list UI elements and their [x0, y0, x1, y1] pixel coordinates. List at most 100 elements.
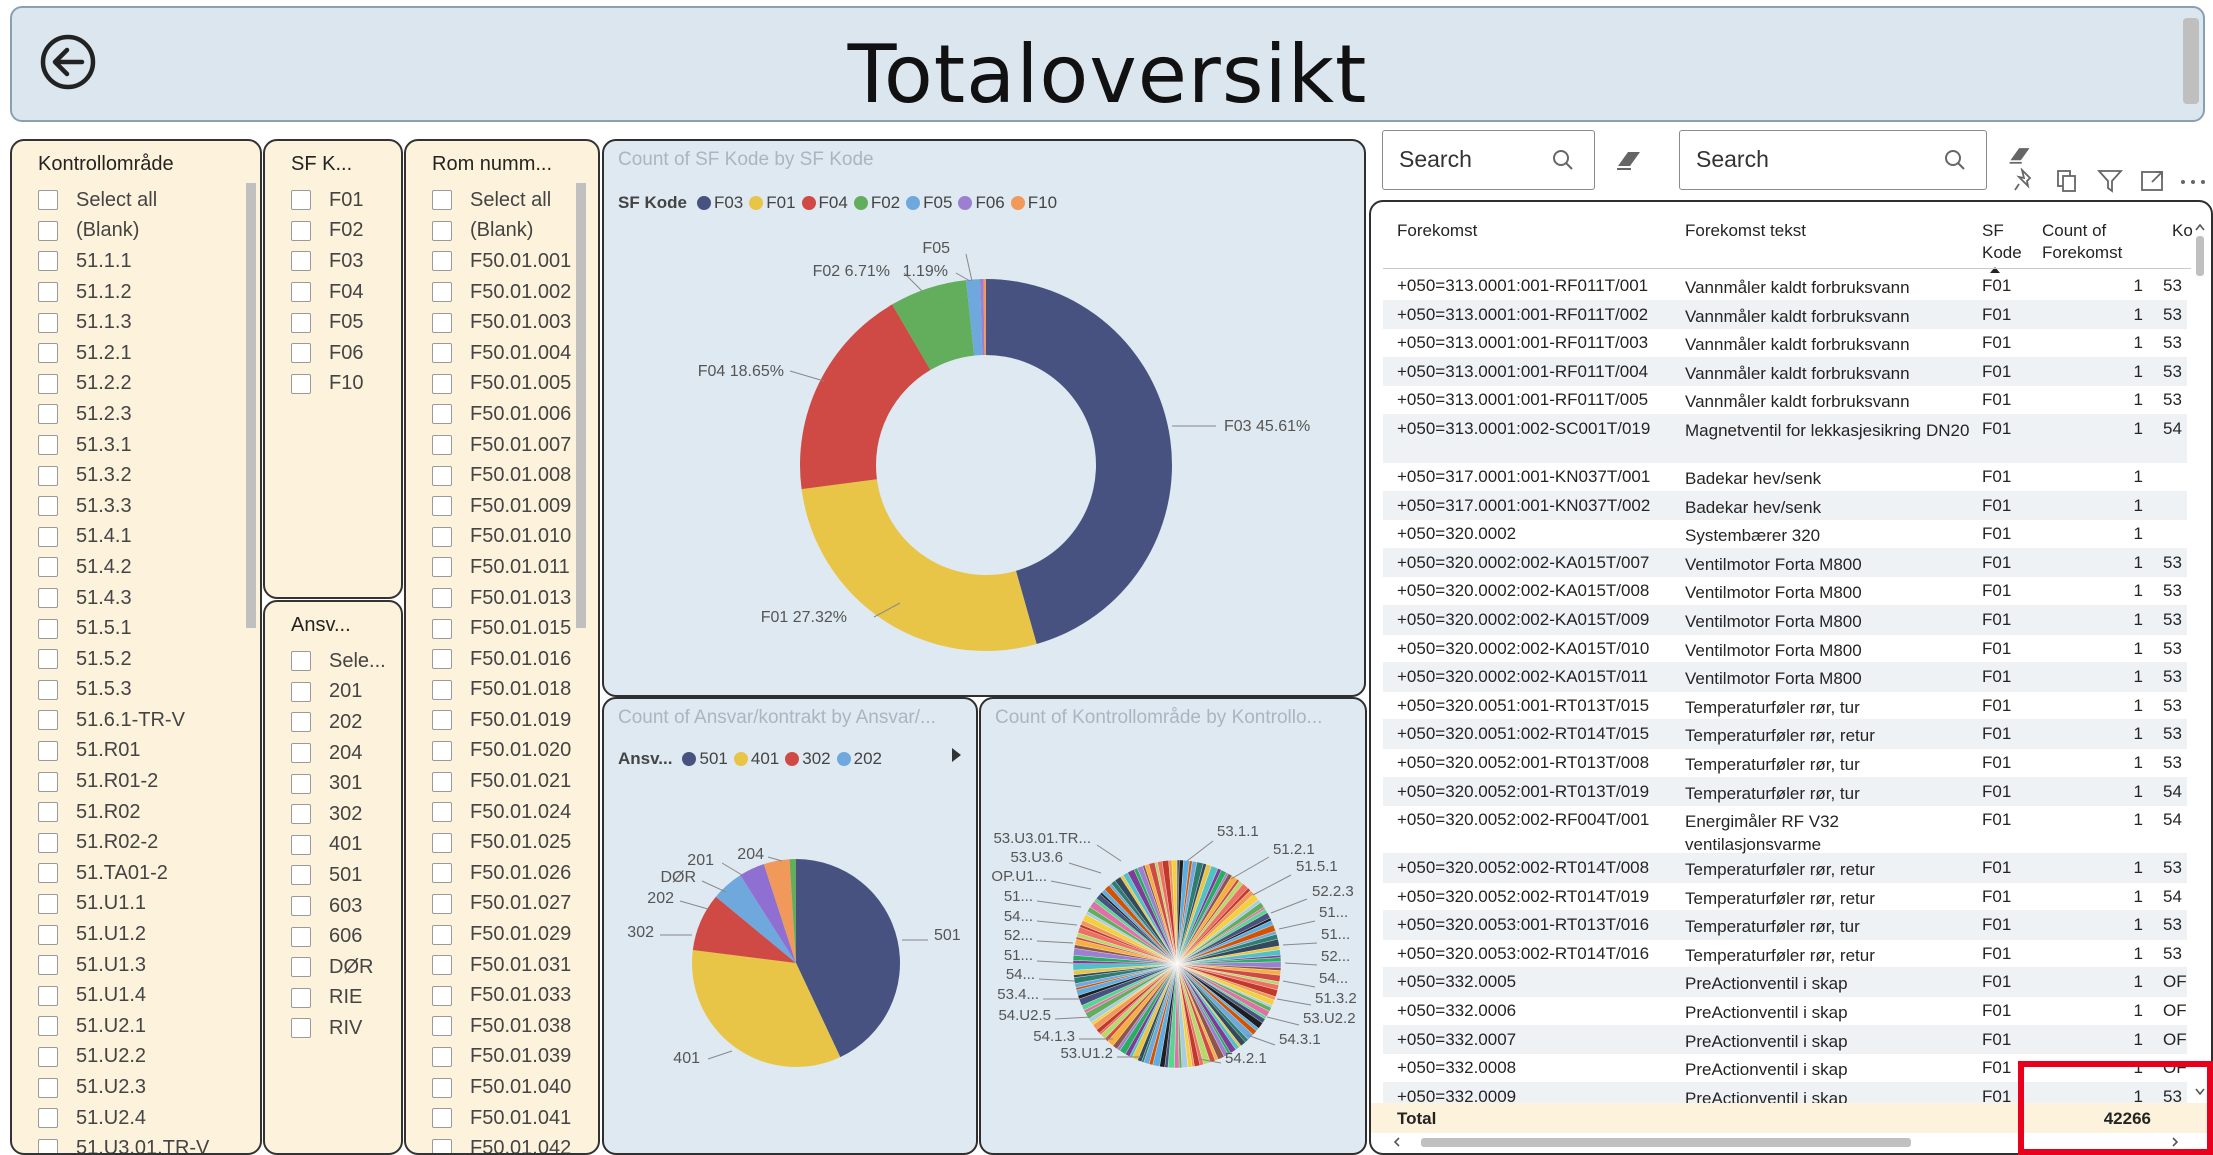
slicer-item[interactable]: 301: [265, 768, 401, 799]
checkbox[interactable]: [38, 649, 58, 670]
checkbox[interactable]: [38, 465, 58, 486]
checkbox[interactable]: [291, 804, 311, 825]
column-header-sf-kode[interactable]: SF Kode: [1982, 220, 2022, 264]
eraser-icon[interactable]: [2007, 144, 2033, 166]
checkbox[interactable]: [38, 1046, 58, 1067]
slicer-item[interactable]: F10: [265, 369, 401, 400]
copy-visual-icon[interactable]: [2055, 168, 2079, 194]
slicer-item[interactable]: 51.2.2: [12, 369, 260, 400]
slicer-item[interactable]: 501: [265, 860, 401, 891]
slicer-item[interactable]: (Blank): [406, 216, 598, 247]
slicer-item[interactable]: 202: [265, 707, 401, 738]
checkbox[interactable]: [38, 740, 58, 761]
checkbox[interactable]: [432, 435, 452, 456]
checkbox[interactable]: [38, 985, 58, 1006]
header-scrollbar[interactable]: [2183, 18, 2199, 104]
checkbox[interactable]: [291, 220, 311, 241]
checkbox[interactable]: [291, 865, 311, 886]
slicer-item[interactable]: F50.01.041: [406, 1103, 598, 1134]
table-row[interactable]: +050=320.0052:002-RT014T/019 Temperaturfø…: [1383, 883, 2187, 912]
slicer-item[interactable]: 603: [265, 891, 401, 922]
checkbox[interactable]: [38, 924, 58, 945]
checkbox[interactable]: [432, 1046, 452, 1067]
checkbox[interactable]: [38, 771, 58, 792]
slicer-item[interactable]: 51.R02: [12, 797, 260, 828]
checkbox[interactable]: [432, 1108, 452, 1129]
checkbox[interactable]: [432, 771, 452, 792]
slicer-item[interactable]: F50.01.021: [406, 766, 598, 797]
table-row[interactable]: +050=320.0052:001-RT013T/019 Temperaturfø…: [1383, 777, 2187, 807]
checkbox[interactable]: [432, 893, 452, 914]
checkbox[interactable]: [291, 834, 311, 855]
slicer-item[interactable]: F06: [265, 338, 401, 369]
table-row[interactable]: +050=313.0001:001-RF011T/003 Vannmåler ka…: [1383, 329, 2187, 358]
checkbox[interactable]: [38, 832, 58, 853]
slicer-item[interactable]: 51.TA01-2: [12, 858, 260, 889]
slicer-item[interactable]: F50.01.025: [406, 827, 598, 858]
checkbox[interactable]: [38, 251, 58, 272]
column-header-count[interactable]: Count of Forekomst: [2042, 220, 2154, 264]
checkbox[interactable]: [38, 190, 58, 211]
slicer-item[interactable]: 51.2.3: [12, 399, 260, 430]
checkbox[interactable]: [432, 526, 452, 547]
table-row[interactable]: +050=313.0001:001-RF011T/004 Vannmåler ka…: [1383, 357, 2187, 387]
focus-mode-icon[interactable]: [2140, 168, 2166, 194]
slicer-item[interactable]: 51.3.1: [12, 430, 260, 461]
checkbox[interactable]: [432, 955, 452, 976]
slicer-item[interactable]: F50.01.029: [406, 919, 598, 950]
checkbox[interactable]: [38, 893, 58, 914]
slicer-item[interactable]: RIV: [265, 1013, 401, 1044]
checkbox[interactable]: [38, 1077, 58, 1098]
checkbox[interactable]: [38, 435, 58, 456]
slicer-item[interactable]: F50.01.038: [406, 1011, 598, 1042]
checkbox[interactable]: [291, 251, 311, 272]
slicer-item[interactable]: 51.6.1-TR-V: [12, 705, 260, 736]
slicer-item[interactable]: Select all: [406, 185, 598, 216]
checkbox[interactable]: [432, 710, 452, 731]
slicer-item[interactable]: 51.U1.4: [12, 980, 260, 1011]
checkbox[interactable]: [38, 373, 58, 394]
checkbox[interactable]: [291, 712, 311, 733]
checkbox[interactable]: [291, 343, 311, 364]
checkbox[interactable]: [432, 649, 452, 670]
scroll-thumb[interactable]: [1421, 1138, 1911, 1147]
slicer-item[interactable]: F05: [265, 307, 401, 338]
slicer-item[interactable]: 51.1.3: [12, 307, 260, 338]
slicer-item[interactable]: F50.01.027: [406, 889, 598, 920]
checkbox[interactable]: [432, 863, 452, 884]
slicer-item[interactable]: F02: [265, 216, 401, 247]
checkbox[interactable]: [432, 312, 452, 333]
column-header-ko[interactable]: Ko: [2172, 220, 2193, 242]
slicer-item[interactable]: 51.5.3: [12, 675, 260, 706]
scroll-thumb[interactable]: [2196, 236, 2204, 276]
slicer-item[interactable]: 204: [265, 738, 401, 769]
pie-chart[interactable]: 53.1.1 51.2.151.5.1 52.2.3 51... 51... 52... 5…: [981, 699, 1367, 1155]
table-row[interactable]: +050=320.0053:002-RT014T/016 Temperaturfø…: [1383, 940, 2187, 969]
checkbox[interactable]: [291, 681, 311, 702]
checkbox[interactable]: [291, 987, 311, 1008]
checkbox[interactable]: [432, 282, 452, 303]
checkbox[interactable]: [291, 373, 311, 394]
slicer-item[interactable]: F50.01.009: [406, 491, 598, 522]
checkbox[interactable]: [432, 740, 452, 761]
slicer-item[interactable]: 51.R01: [12, 736, 260, 767]
checkbox[interactable]: [432, 557, 452, 578]
checkbox[interactable]: [432, 190, 452, 211]
slicer-scrollbar[interactable]: [246, 183, 256, 628]
checkbox[interactable]: [432, 404, 452, 425]
slicer-item[interactable]: F50.01.033: [406, 980, 598, 1011]
checkbox[interactable]: [291, 896, 311, 917]
slicer-item[interactable]: 606: [265, 921, 401, 952]
checkbox[interactable]: [291, 651, 311, 672]
slicer-item[interactable]: F50.01.003: [406, 307, 598, 338]
table-row[interactable]: +050=320.0002:002-KA015T/008 Ventilmotor …: [1383, 577, 2187, 606]
slicer-item[interactable]: F50.01.042: [406, 1133, 598, 1153]
search-box-left[interactable]: Search: [1382, 130, 1595, 190]
slicer-item[interactable]: Sele...: [265, 646, 401, 677]
checkbox[interactable]: [432, 1016, 452, 1037]
checkbox[interactable]: [432, 832, 452, 853]
slicer-item[interactable]: F50.01.005: [406, 369, 598, 400]
pin-icon[interactable]: [2013, 168, 2037, 194]
table-row[interactable]: +050=313.0001:001-RF011T/002 Vannmåler ka…: [1383, 300, 2187, 330]
slicer-item[interactable]: 51.U1.2: [12, 919, 260, 950]
